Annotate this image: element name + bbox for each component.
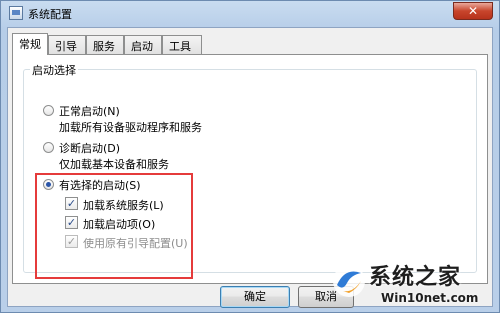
use-original-boot-checkbox: ✓: [65, 235, 78, 248]
tab-services[interactable]: 服务: [86, 35, 124, 54]
watermark-logo-icon: [333, 265, 365, 297]
title-bar[interactable]: 系统配置 ✕: [1, 1, 499, 25]
load-services-label[interactable]: 加载系统服务(L): [83, 197, 164, 213]
group-title: 启动选择: [30, 62, 78, 78]
load-startup-items-checkbox[interactable]: ✓: [65, 216, 78, 229]
normal-startup-radio[interactable]: [43, 105, 54, 116]
general-tab-panel: 启动选择 正常启动(N) 加载所有设备驱动程序和服务 诊断启动(D) 仅加载基本…: [12, 54, 488, 284]
normal-startup-desc: 加载所有设备驱动程序和服务: [59, 121, 202, 134]
use-original-boot-label: 使用原有引导配置(U): [83, 237, 188, 250]
ok-button[interactable]: 确定: [220, 286, 290, 308]
normal-startup-label[interactable]: 正常启动(N): [59, 103, 120, 119]
diagnostic-startup-radio[interactable]: [43, 142, 54, 153]
app-icon: [9, 6, 23, 20]
tab-tools[interactable]: 工具: [162, 35, 202, 54]
tab-boot[interactable]: 引导: [48, 35, 86, 54]
window-title: 系统配置: [28, 8, 72, 21]
diagnostic-startup-label[interactable]: 诊断启动(D): [59, 140, 120, 156]
close-button[interactable]: ✕: [453, 2, 493, 20]
selective-startup-label[interactable]: 有选择的启动(S): [59, 177, 141, 193]
load-startup-items-label[interactable]: 加载启动项(O): [83, 216, 155, 232]
tab-startup[interactable]: 启动: [124, 35, 162, 54]
diagnostic-startup-desc: 仅加载基本设备和服务: [59, 158, 169, 171]
system-config-window: 系统配置 ✕ 常规 引导 服务 启动 工具 启动选择 正常启动(N) 加载所有设…: [0, 0, 500, 313]
watermark-url: Win10net.com: [381, 291, 479, 305]
watermark-title: 系统之家: [369, 265, 462, 290]
load-services-checkbox[interactable]: ✓: [65, 197, 78, 210]
tab-general[interactable]: 常规: [12, 33, 48, 55]
selective-startup-radio[interactable]: [43, 179, 54, 190]
